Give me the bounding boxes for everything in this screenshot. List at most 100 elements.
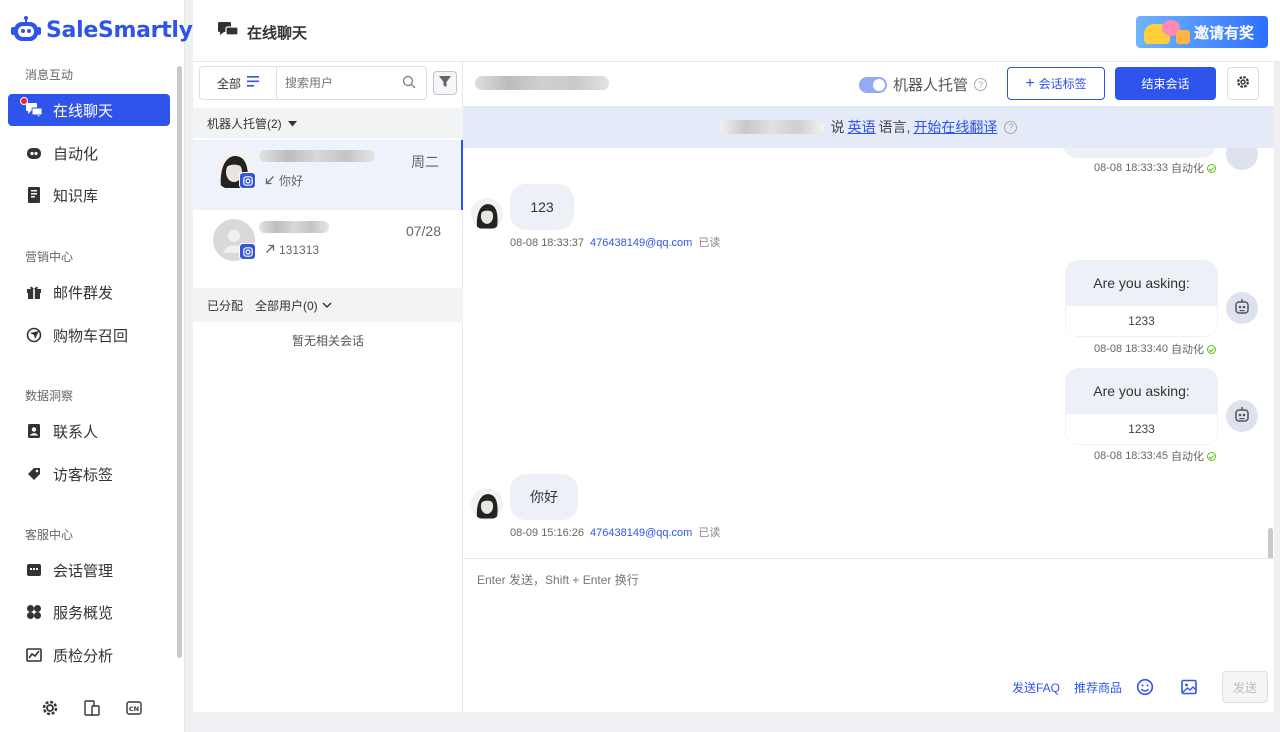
translate-lang-suffix: 语言, <box>878 119 911 135</box>
bot-message-card-partial <box>1063 148 1216 158</box>
message-meta: 08-08 18:33:45 自动化 <box>1094 448 1217 464</box>
logo-robot-icon <box>10 16 42 44</box>
suggested-option[interactable]: 1233 <box>1066 414 1217 444</box>
filter-bar: 全部 <box>199 66 457 100</box>
sidebar-item-live-chat[interactable]: 在线聊天 <box>8 94 170 126</box>
check-icon <box>1207 163 1217 173</box>
advanced-filter-button[interactable] <box>433 71 457 95</box>
robot-group-label: 机器人托管(2) <box>207 116 282 131</box>
language-icon[interactable]: CN <box>124 698 144 718</box>
filter-label: 全部 <box>216 76 241 91</box>
chevron-down-icon <box>322 298 332 312</box>
incoming-message-bubble: 你好 <box>510 474 578 520</box>
contact-name-blurred <box>259 150 375 162</box>
contact-icon <box>25 422 43 440</box>
recommend-product-button[interactable]: 推荐商品 <box>1074 679 1122 696</box>
message-source: 自动化 <box>1171 163 1205 175</box>
brand-name: SaleSmartly <box>46 17 193 43</box>
sidebar-item-visitor-tags[interactable]: 访客标签 <box>8 458 170 490</box>
sidebar-item-quality-analysis[interactable]: 质检分析 <box>8 639 170 671</box>
conversation-item[interactable]: 07/28 131313 <box>193 211 463 281</box>
sidebar-scrollbar[interactable] <box>177 66 182 658</box>
sidebar-bottom-toolbar: CN <box>40 698 144 718</box>
sidebar-item-label: 知识库 <box>53 187 99 205</box>
message-meta: 08-09 15:16:26 476438149@qq.com 已读 <box>510 524 720 540</box>
start-translation-link[interactable]: 开始在线翻译 <box>913 117 997 137</box>
caret-down-icon <box>287 116 297 130</box>
assigned-user-filter[interactable]: 全部用户(0) <box>255 297 332 314</box>
bot-avatar <box>1226 148 1258 170</box>
user-avatar <box>471 198 503 230</box>
send-faq-button[interactable]: 发送FAQ <box>1012 679 1060 696</box>
sidebar-item-knowledge-base[interactable]: 知识库 <box>8 179 170 211</box>
sidebar-item-cart-recall[interactable]: 购物车召回 <box>8 319 170 351</box>
help-icon[interactable]: ? <box>974 78 988 91</box>
read-status: 已读 <box>698 237 721 249</box>
sidebar-item-service-overview[interactable]: 服务概览 <box>8 596 170 628</box>
bot-message-card: Are you asking: 1233 <box>1065 368 1218 445</box>
top-header: 在线聊天 邀请有奖 <box>193 0 1280 62</box>
image-icon[interactable] <box>1180 678 1198 696</box>
conversation-item[interactable]: 周二 你好 <box>193 140 463 210</box>
outgoing-arrow-icon <box>265 243 275 257</box>
settings-icon[interactable] <box>40 698 60 718</box>
conversation-preview: 131313 <box>265 243 319 257</box>
sidebar-item-session-management[interactable]: 会话管理 <box>8 554 170 586</box>
message-time: 08-08 18:33:33 <box>1094 162 1169 174</box>
conversation-date: 07/28 <box>405 223 441 239</box>
add-session-tag-button[interactable]: + 会话标签 <box>1007 67 1105 100</box>
list-filter-icon <box>247 76 259 90</box>
search-area <box>277 75 426 92</box>
sidebar: SaleSmartly 消息互动 在线聊天 自动化 知识库 营销中心 邮件群发 … <box>0 0 193 732</box>
end-session-button[interactable]: 结束会话 <box>1115 67 1216 100</box>
filter-dropdown[interactable]: 全部 <box>200 67 277 99</box>
funnel-icon <box>439 75 451 91</box>
book-icon <box>25 186 43 204</box>
chat-toolbar: 机器人托管 ? + 会话标签 结束会话 <box>463 62 1274 106</box>
nav-section-title: 数据洞察 <box>25 389 74 403</box>
sidebar-item-label: 在线聊天 <box>53 102 114 120</box>
message-input[interactable] <box>477 571 1257 651</box>
device-icon[interactable] <box>82 698 102 718</box>
brand-logo[interactable]: SaleSmartly <box>10 14 193 46</box>
composer-toolbar: 发送FAQ 推荐商品 发送 <box>1012 671 1268 703</box>
sidebar-item-email-campaign[interactable]: 邮件群发 <box>8 276 170 308</box>
sidebar-item-contacts[interactable]: 联系人 <box>8 415 170 447</box>
sender-email[interactable]: 476438149@qq.com <box>590 527 692 539</box>
message-source: 自动化 <box>1171 344 1205 356</box>
message-composer: 发送FAQ 推荐商品 发送 <box>463 558 1274 712</box>
nav-section-title: 消息互动 <box>25 68 74 82</box>
robot-group-header[interactable]: 机器人托管(2) <box>193 108 463 138</box>
sidebar-item-automation[interactable]: 自动化 <box>8 137 170 169</box>
preview-text: 你好 <box>279 174 304 188</box>
message-source: 自动化 <box>1171 451 1205 463</box>
suggested-option[interactable]: 1233 <box>1066 306 1217 336</box>
emoji-icon[interactable] <box>1136 678 1154 696</box>
empty-state-text: 暂无相关会话 <box>291 334 364 348</box>
robot-hosting-toggle[interactable] <box>859 76 887 93</box>
bot-message-text: Are you asking: <box>1093 383 1190 399</box>
invite-illustration-icon <box>1176 30 1190 44</box>
search-icon[interactable] <box>402 75 416 92</box>
translation-banner: 说 英语 语言, 开始在线翻译 ? <box>463 106 1274 148</box>
language-code: CN <box>129 705 139 713</box>
help-icon[interactable]: ? <box>1004 120 1018 134</box>
search-input[interactable] <box>285 76 395 90</box>
robot-icon <box>1233 298 1251 319</box>
chat-settings-button[interactable] <box>1227 67 1259 100</box>
detected-language-link[interactable]: 英语 <box>848 117 876 137</box>
robot-hosting-label: 机器人托管 <box>893 77 969 94</box>
instagram-icon <box>239 243 256 260</box>
message-meta: 08-08 18:33:37 476438149@qq.com 已读 <box>510 234 720 250</box>
sender-email[interactable]: 476438149@qq.com <box>590 237 692 249</box>
page-title: 在线聊天 <box>217 21 307 43</box>
message-list-scrollbar[interactable] <box>1268 528 1273 558</box>
invite-label: 邀请有奖 <box>1193 24 1254 42</box>
translate-says: 说 <box>830 119 845 135</box>
incoming-arrow-icon <box>265 174 275 188</box>
read-status: 已读 <box>698 527 721 539</box>
invite-reward-button[interactable]: 邀请有奖 <box>1136 16 1268 48</box>
send-button[interactable]: 发送 <box>1222 671 1268 703</box>
notification-dot <box>20 97 28 105</box>
chat-icon <box>217 21 239 43</box>
